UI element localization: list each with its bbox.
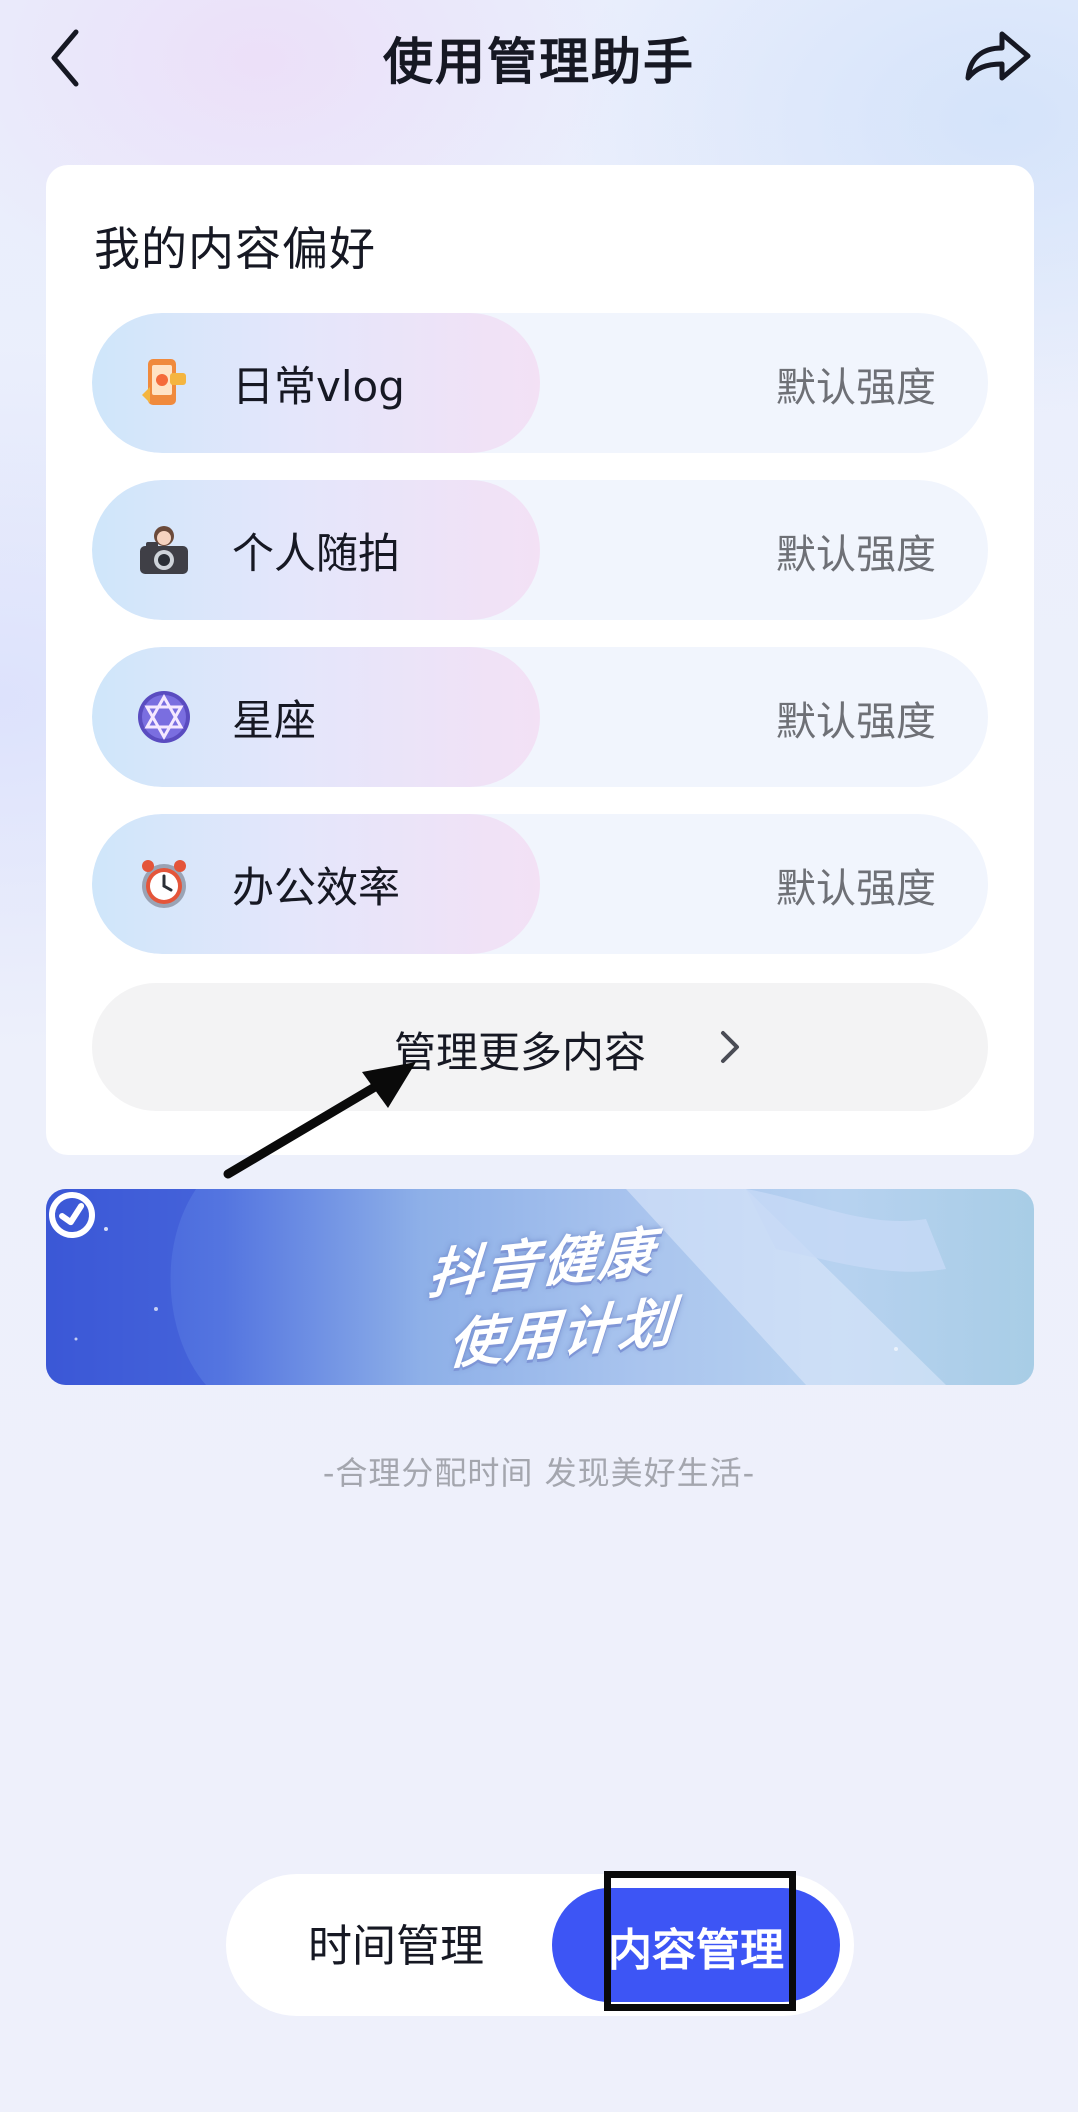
preference-name: 办公效率	[232, 863, 401, 912]
preference-row-productivity[interactable]: 办公效率 默认强度	[92, 814, 988, 954]
phone-vlog-icon	[142, 359, 186, 405]
preference-level: 默认强度	[776, 365, 936, 411]
share-arrow-icon	[965, 31, 1031, 81]
alarm-clock-icon	[142, 860, 186, 908]
preference-name: 星座	[232, 696, 317, 745]
preference-row-selfie[interactable]: 个人随拍 默认强度	[92, 480, 988, 620]
preference-name: 日常vlog	[232, 362, 405, 411]
preference-row-astrology[interactable]: 星座 默认强度	[92, 647, 988, 787]
tab-time-management[interactable]: 时间管理	[266, 1910, 526, 1974]
annotation-arrow	[223, 1062, 416, 1179]
camera-icon	[140, 526, 188, 574]
share-button[interactable]	[962, 26, 1034, 86]
content-preference-card: 我的内容偏好 日常vlog 默认强度 个人随拍 默认强度 星座 默认强度 办公效…	[46, 165, 1034, 1155]
preference-level: 默认强度	[776, 532, 936, 578]
chevron-right-icon	[721, 1031, 739, 1063]
page-title: 使用管理助手	[383, 33, 695, 91]
preference-level: 默认强度	[776, 699, 936, 745]
health-plan-banner[interactable]: 抖音健康 使用计划	[46, 1189, 1034, 1385]
annotation-highlight-box	[604, 1871, 796, 2011]
star-of-david-icon	[138, 691, 190, 743]
card-title: 我的内容偏好	[94, 222, 376, 276]
header: 使用管理助手	[0, 0, 1078, 120]
preference-row-vlog[interactable]: 日常vlog 默认强度	[92, 313, 988, 453]
preference-level: 默认强度	[776, 866, 936, 912]
preference-name: 个人随拍	[232, 529, 401, 578]
check-circle-icon	[49, 1192, 95, 1238]
slogan-text: -合理分配时间 发现美好生活-	[322, 1454, 756, 1492]
